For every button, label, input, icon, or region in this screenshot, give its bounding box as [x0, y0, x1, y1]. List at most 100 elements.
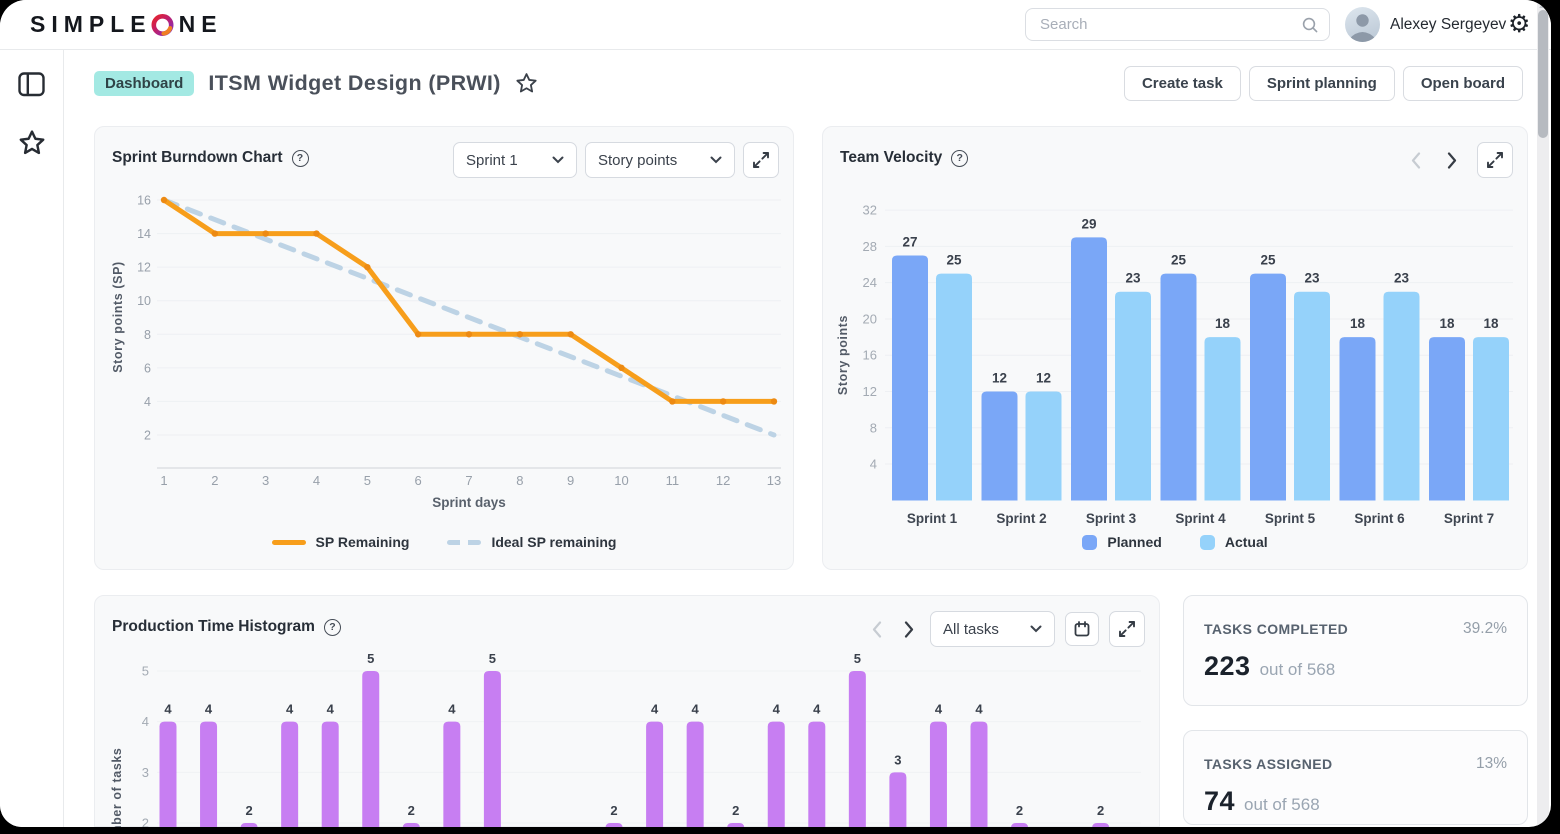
- svg-text:25: 25: [1260, 253, 1276, 268]
- svg-text:4: 4: [144, 395, 151, 409]
- tasks-completed-card: TASKS COMPLETED 39.2% 223 out of 568: [1183, 595, 1528, 706]
- burndown-legend: SP Remaining Ideal SP remaining: [95, 534, 793, 550]
- avatar[interactable]: [1345, 7, 1380, 42]
- svg-text:9: 9: [567, 473, 574, 488]
- task-filter-select[interactable]: All tasks: [930, 611, 1055, 647]
- search-box[interactable]: [1025, 8, 1330, 41]
- help-icon[interactable]: [951, 150, 968, 167]
- svg-text:6: 6: [144, 361, 151, 375]
- logo-text-left: SIMPLE: [30, 11, 152, 38]
- tasks-assigned-card: TASKS ASSIGNED 13% 74 out of 568: [1183, 730, 1528, 825]
- favorites-button[interactable]: [0, 120, 63, 164]
- svg-text:28: 28: [863, 239, 877, 254]
- card-percent: 13%: [1476, 755, 1507, 773]
- svg-text:Sprint 7: Sprint 7: [1444, 511, 1494, 526]
- planned-swatch: [1082, 535, 1097, 550]
- topbar: SIMPLE NE Alexey Sergeyev ⚙: [0, 0, 1551, 50]
- sprint-select[interactable]: Sprint 1: [453, 142, 577, 178]
- sidebar: [0, 50, 64, 827]
- velocity-legend: Planned Actual: [823, 534, 1527, 550]
- chevron-down-icon: [710, 156, 722, 164]
- svg-text:12: 12: [1036, 370, 1051, 385]
- layout-panel-icon: [18, 72, 45, 97]
- task-filter-value: All tasks: [943, 621, 999, 638]
- favorite-star-button[interactable]: [515, 72, 538, 94]
- svg-text:32: 32: [863, 203, 877, 218]
- next-button[interactable]: [898, 611, 920, 647]
- prev-button[interactable]: [1405, 142, 1427, 178]
- calendar-button[interactable]: [1065, 612, 1099, 646]
- svg-text:4: 4: [975, 702, 983, 717]
- sprint-planning-button[interactable]: Sprint planning: [1249, 66, 1395, 101]
- svg-text:12: 12: [992, 370, 1007, 385]
- search-input[interactable]: [1038, 15, 1301, 34]
- svg-text:4: 4: [813, 702, 821, 717]
- sidebar-toggle-button[interactable]: [0, 62, 63, 106]
- help-icon[interactable]: [324, 619, 341, 636]
- user-name: Alexey Sergeyev: [1390, 0, 1506, 49]
- calendar-icon: [1072, 619, 1092, 639]
- svg-text:4: 4: [327, 702, 335, 717]
- burndown-chart: 24681012141612345678910111213Sprint days…: [95, 127, 795, 527]
- svg-text:Sprint 5: Sprint 5: [1265, 511, 1316, 526]
- page-header: Dashboard ITSM Widget Design (PRWI): [94, 62, 538, 104]
- expand-icon: [751, 150, 771, 170]
- svg-text:2: 2: [1097, 803, 1104, 818]
- search-icon: [1301, 16, 1319, 34]
- app-window: SIMPLE NE Alexey Sergeyev ⚙: [0, 0, 1551, 827]
- scroll-up-arrow-icon[interactable]: [1539, 3, 1547, 8]
- svg-text:2: 2: [144, 429, 151, 443]
- burndown-panel: Sprint Burndown Chart Sprint 1 Story poi…: [94, 126, 794, 570]
- logo: SIMPLE NE: [30, 0, 223, 49]
- svg-text:4: 4: [870, 457, 877, 472]
- svg-text:Sprint days: Sprint days: [432, 495, 506, 510]
- svg-text:3: 3: [142, 765, 149, 780]
- legend-label: Planned: [1107, 534, 1161, 550]
- svg-text:18: 18: [1215, 316, 1231, 331]
- metric-select-value: Story points: [598, 152, 677, 169]
- svg-text:4: 4: [651, 702, 659, 717]
- expand-button[interactable]: [1477, 142, 1513, 178]
- metric-select[interactable]: Story points: [585, 142, 735, 178]
- svg-text:4: 4: [205, 702, 213, 717]
- gear-icon[interactable]: ⚙: [1508, 10, 1530, 38]
- svg-text:18: 18: [1439, 316, 1455, 331]
- svg-text:16: 16: [137, 194, 151, 208]
- card-total: out of 568: [1260, 660, 1336, 680]
- svg-text:Story points (SP): Story points (SP): [111, 261, 125, 373]
- svg-text:8: 8: [144, 328, 151, 342]
- svg-text:Sprint 3: Sprint 3: [1086, 511, 1137, 526]
- create-task-button[interactable]: Create task: [1124, 66, 1241, 101]
- svg-text:23: 23: [1125, 271, 1141, 286]
- svg-text:7: 7: [465, 473, 472, 488]
- svg-text:1: 1: [160, 473, 167, 488]
- legend-item: SP Remaining: [272, 534, 410, 550]
- chevron-right-icon: [904, 621, 914, 638]
- svg-text:6: 6: [415, 473, 422, 488]
- svg-text:24: 24: [863, 275, 877, 290]
- legend-label: Actual: [1225, 534, 1268, 550]
- svg-text:3: 3: [894, 752, 901, 767]
- expand-button[interactable]: [1109, 611, 1145, 647]
- legend-label: SP Remaining: [316, 534, 410, 550]
- chevron-left-icon: [1411, 152, 1421, 169]
- velocity-panel: Team Velocity: [822, 126, 1528, 570]
- chevron-right-icon: [1447, 152, 1457, 169]
- scrollbar-thumb[interactable]: [1538, 10, 1548, 138]
- help-icon[interactable]: [292, 150, 309, 167]
- svg-text:12: 12: [137, 261, 151, 275]
- expand-button[interactable]: [743, 142, 779, 178]
- header-actions: Create task Sprint planning Open board: [1124, 66, 1523, 101]
- open-board-button[interactable]: Open board: [1403, 66, 1523, 101]
- prev-button[interactable]: [866, 611, 888, 647]
- svg-text:18: 18: [1350, 316, 1366, 331]
- svg-text:5: 5: [142, 663, 149, 678]
- svg-text:2: 2: [610, 803, 617, 818]
- next-button[interactable]: [1441, 142, 1463, 178]
- svg-text:25: 25: [1171, 253, 1187, 268]
- legend-item: Ideal SP remaining: [447, 534, 616, 550]
- card-value: 74: [1204, 786, 1235, 817]
- svg-text:4: 4: [692, 702, 700, 717]
- svg-text:10: 10: [137, 294, 151, 308]
- svg-text:Sprint 4: Sprint 4: [1175, 511, 1226, 526]
